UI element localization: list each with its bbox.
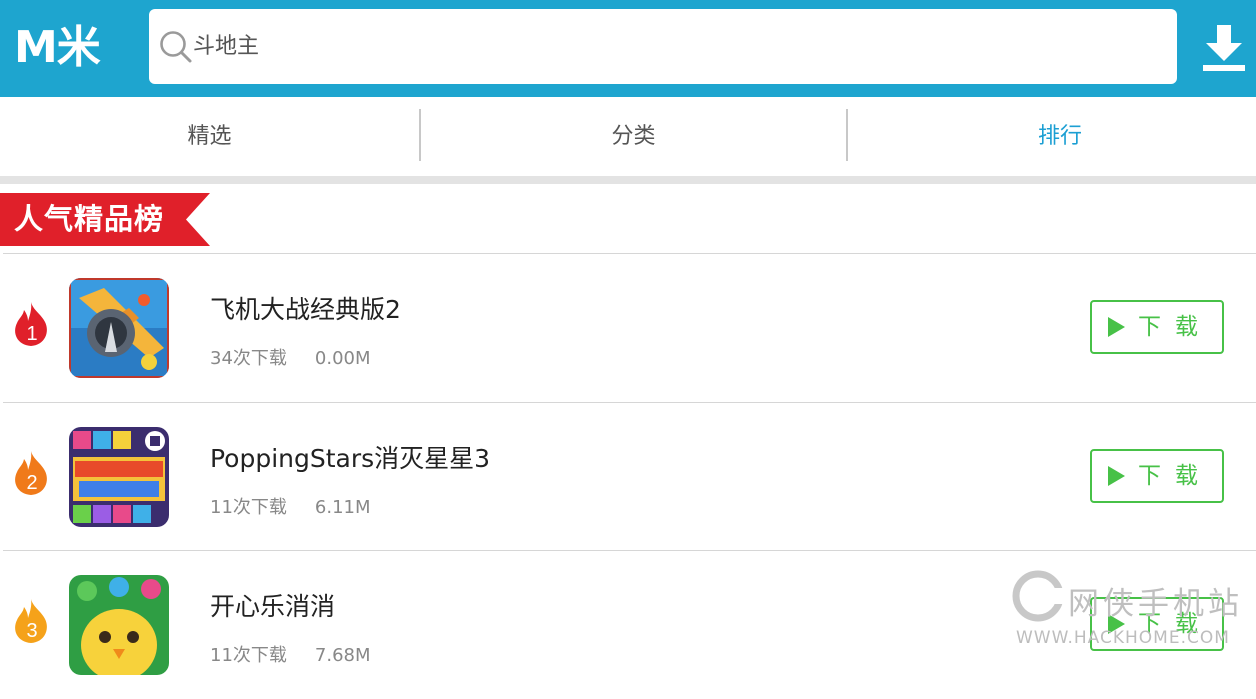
app-name[interactable]: 开心乐消消: [210, 587, 335, 623]
app-meta: 34次下载 0.00M: [210, 344, 371, 370]
tab-ranking[interactable]: 排行: [848, 97, 1256, 176]
watermark-text: 网侠手机站: [1068, 586, 1243, 622]
rank-number: 1: [26, 323, 37, 345]
download-button[interactable]: 下载: [1090, 449, 1224, 503]
happy-match-icon[interactable]: [69, 575, 169, 675]
play-icon: [1108, 466, 1125, 486]
download-count: 34次下载: [210, 348, 287, 369]
download-count: 11次下载: [210, 497, 287, 518]
flame-rank-badge: 2: [15, 451, 47, 495]
download-button[interactable]: 下载: [1090, 300, 1224, 354]
tab-bar: 精选 分类 排行: [0, 97, 1256, 176]
flame-rank-badge: 1: [15, 302, 47, 346]
tab-categories[interactable]: 分类: [421, 97, 846, 176]
rank-number: 2: [26, 472, 37, 494]
popping-stars-icon[interactable]: [69, 427, 169, 527]
search-icon: [160, 31, 192, 63]
app-meta: 11次下载 6.11M: [210, 493, 371, 519]
download-button-label: 下载: [1138, 463, 1212, 489]
download-icon[interactable]: [1203, 25, 1245, 71]
search-box[interactable]: [149, 9, 1177, 84]
app-name[interactable]: 飞机大战经典版2: [210, 290, 401, 326]
file-size: 0.00M: [314, 348, 371, 369]
search-input[interactable]: [193, 9, 1153, 84]
app-meta: 11次下载 7.68M: [210, 641, 371, 667]
watermark-url: WWW.HACKHOME.COM: [1016, 628, 1230, 648]
top-bar: M米: [0, 0, 1256, 97]
airplane-battle-icon[interactable]: [69, 278, 169, 378]
app-name[interactable]: PoppingStars消灭星星3: [210, 439, 490, 475]
rank-number: 3: [26, 620, 37, 642]
section-gap: [0, 176, 1256, 184]
section-title: 人气精品榜: [14, 202, 165, 236]
app-logo[interactable]: M米: [14, 20, 101, 76]
list-item[interactable]: 2 PoppingStars消灭星星3 11次下载 6.11M 下载: [3, 403, 1256, 551]
play-icon: [1108, 317, 1125, 337]
flame-rank-badge: 3: [15, 599, 47, 643]
file-size: 6.11M: [314, 497, 371, 518]
list-item[interactable]: 1 飞机大战经典版2 34次下载 0.00M 下载: [3, 254, 1256, 402]
download-button-label: 下载: [1138, 314, 1212, 340]
tab-featured[interactable]: 精选: [0, 97, 419, 176]
